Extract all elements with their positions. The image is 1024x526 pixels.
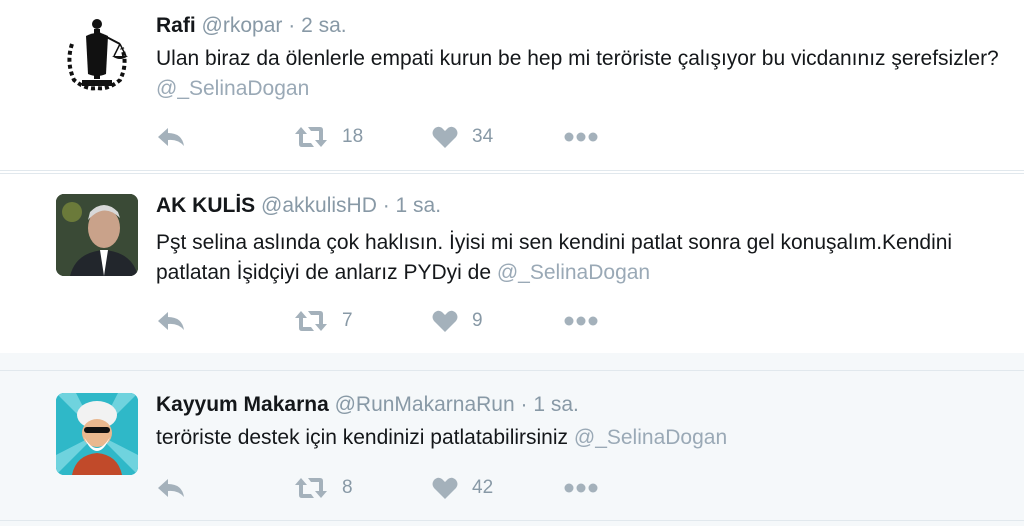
- tweet-1[interactable]: Rafi @rkopar · 2 sa. Ulan biraz da ölenl…: [0, 0, 1024, 171]
- cartoon-character-avatar: [56, 393, 138, 475]
- retweet-icon: [295, 127, 327, 147]
- mention-link[interactable]: @_SelinaDogan: [574, 426, 727, 449]
- tweet-body: teröriste destek için kendinizi patlatab…: [156, 426, 569, 449]
- retweet-icon: [295, 311, 327, 331]
- like-count: 9: [472, 310, 483, 331]
- timestamp[interactable]: 1 sa.: [533, 393, 579, 416]
- more-dots-icon: [564, 132, 598, 142]
- like-button[interactable]: 34: [432, 124, 493, 150]
- reply-button[interactable]: [156, 124, 186, 150]
- tweet-header: AK KULİS @akkulisHD · 1 sa.: [156, 194, 441, 218]
- more-dots-icon: [564, 316, 598, 326]
- tweet-2[interactable]: AK KULİS @akkulisHD · 1 sa. Pşt selina a…: [0, 173, 1024, 354]
- display-name[interactable]: Kayyum Makarna: [156, 393, 329, 416]
- retweet-button[interactable]: 7: [294, 308, 353, 334]
- heart-icon: [432, 126, 458, 148]
- user-handle[interactable]: @RunMakarnaRun: [335, 393, 515, 416]
- reply-icon: [158, 312, 184, 330]
- feed-bottom-edge: [0, 520, 1024, 526]
- avatar[interactable]: [56, 393, 138, 475]
- more-dots-icon: [564, 483, 598, 493]
- avatar[interactable]: [56, 14, 138, 96]
- tweet-feed: Rafi @rkopar · 2 sa. Ulan biraz da ölenl…: [0, 0, 1024, 526]
- tweet-body: Ulan biraz da ölenlerle empati kurun be …: [156, 47, 999, 70]
- timestamp[interactable]: 1 sa.: [396, 194, 442, 217]
- section-gap: [0, 353, 1024, 370]
- mention-link[interactable]: @_SelinaDogan: [156, 77, 309, 100]
- retweet-count: 18: [342, 126, 364, 147]
- like-button[interactable]: 42: [432, 475, 493, 501]
- reply-icon: [158, 479, 184, 497]
- like-count: 34: [472, 126, 494, 147]
- display-name[interactable]: AK KULİS: [156, 194, 255, 217]
- more-button[interactable]: [564, 124, 598, 150]
- justice-scales-icon: [67, 19, 128, 91]
- tweet-header: Rafi @rkopar · 2 sa.: [156, 14, 347, 38]
- avatar[interactable]: [56, 194, 138, 276]
- separator: ·: [382, 194, 390, 217]
- separator: ·: [288, 14, 296, 37]
- tweet-text: Ulan biraz da ölenlerle empati kurun be …: [156, 44, 1006, 104]
- timestamp[interactable]: 2 sa.: [301, 14, 347, 37]
- retweet-button[interactable]: 8: [294, 475, 353, 501]
- retweet-count: 8: [342, 477, 353, 498]
- reply-icon: [158, 128, 184, 146]
- tweet-text: Pşt selina aslında çok haklısın. İyisi m…: [156, 228, 1006, 288]
- reply-button[interactable]: [156, 475, 186, 501]
- like-count: 42: [472, 477, 494, 498]
- retweet-icon: [295, 478, 327, 498]
- reply-button[interactable]: [156, 308, 186, 334]
- display-name[interactable]: Rafi: [156, 14, 196, 37]
- like-button[interactable]: 9: [432, 308, 483, 334]
- heart-icon: [432, 310, 458, 332]
- mention-link[interactable]: @_SelinaDogan: [497, 261, 650, 284]
- tweet-header: Kayyum Makarna @RunMakarnaRun · 1 sa.: [156, 393, 579, 417]
- retweet-button[interactable]: 18: [294, 124, 363, 150]
- heart-icon: [432, 477, 458, 499]
- user-handle[interactable]: @rkopar: [202, 14, 283, 37]
- separator: ·: [520, 393, 528, 416]
- more-button[interactable]: [564, 475, 598, 501]
- retweet-count: 7: [342, 310, 353, 331]
- tweet-3[interactable]: Kayyum Makarna @RunMakarnaRun · 1 sa. te…: [0, 370, 1024, 522]
- user-handle[interactable]: @akkulisHD: [261, 194, 377, 217]
- tweet-text: teröriste destek için kendinizi patlatab…: [156, 423, 1006, 453]
- more-button[interactable]: [564, 308, 598, 334]
- portrait-photo: [56, 194, 138, 276]
